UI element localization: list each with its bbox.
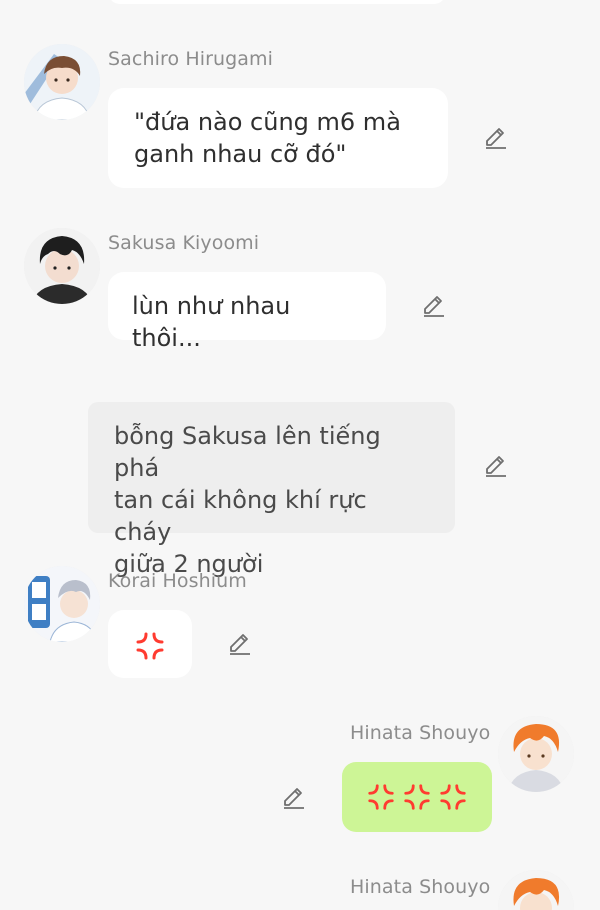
pencil-edit-icon[interactable]: [280, 784, 308, 812]
avatar-hinata[interactable]: [498, 870, 574, 910]
previous-message-bubble[interactable]: [108, 0, 446, 4]
self-message-bubble[interactable]: [342, 762, 492, 832]
avatar-korai[interactable]: [24, 566, 100, 642]
narration-text: bỗng Sakusa lên tiếng phá tan cái không …: [114, 422, 381, 578]
sender-name: Hinata Shouyo: [350, 722, 491, 744]
sender-name: Sachiro Hirugami: [108, 48, 274, 70]
anger-icon: [136, 632, 164, 660]
message-text: lùn như nhau thôi...: [132, 292, 291, 352]
pencil-edit-icon[interactable]: [482, 452, 510, 480]
avatar-sakusa[interactable]: [24, 228, 100, 304]
avatar-hinata[interactable]: [498, 716, 574, 792]
avatar-hinata-illustration: [498, 716, 574, 792]
avatar-sachiro-illustration: [24, 44, 100, 120]
avatar-sakusa-illustration: [24, 228, 100, 304]
pencil-edit-icon[interactable]: [226, 630, 254, 658]
anger-icon: [368, 784, 394, 810]
anger-icon: [404, 784, 430, 810]
avatar-korai-illustration: [24, 566, 100, 642]
pencil-edit-icon[interactable]: [420, 292, 448, 320]
message-bubble[interactable]: lùn như nhau thôi...: [108, 272, 386, 352]
message-text: "đứa nào cũng m6 mà ganh nhau cỡ đó": [134, 108, 401, 168]
pencil-edit-icon[interactable]: [482, 124, 510, 152]
avatar-hinata-illustration: [498, 870, 574, 910]
sender-name: Korai Hoshium: [108, 570, 247, 592]
avatar-sachiro[interactable]: [24, 44, 100, 120]
sender-name: Hinata Shouyo: [350, 876, 491, 898]
message-bubble[interactable]: [108, 610, 192, 678]
message-bubble[interactable]: "đứa nào cũng m6 mà ganh nhau cỡ đó": [108, 88, 448, 188]
chat-screen: Sachiro Hirugami "đứa nào cũng m6 mà gan…: [0, 0, 600, 910]
anger-icon: [440, 784, 466, 810]
sender-name: Sakusa Kiyoomi: [108, 232, 260, 254]
narration-bubble[interactable]: bỗng Sakusa lên tiếng phá tan cái không …: [88, 402, 455, 578]
